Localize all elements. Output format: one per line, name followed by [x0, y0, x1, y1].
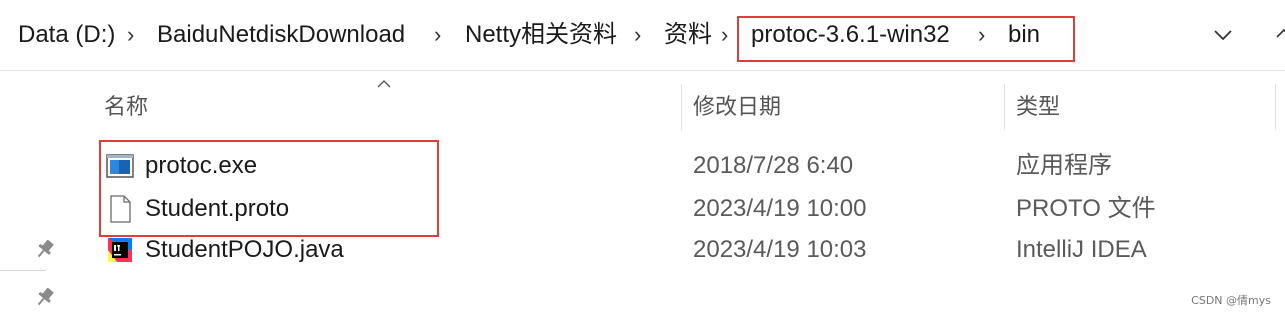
highlight-box-path — [737, 16, 1075, 62]
breadcrumb-ziliao[interactable]: 资料 — [664, 19, 712, 51]
file-modified: 2023/4/19 10:00 — [693, 195, 867, 222]
navigation-pane — [0, 71, 64, 316]
file-type: IntelliJ IDEA — [1016, 236, 1147, 263]
file-type: 应用程序 — [1016, 152, 1112, 179]
column-header-type[interactable]: 类型 — [1016, 92, 1060, 122]
column-divider[interactable] — [681, 84, 682, 130]
nav-divider — [0, 270, 46, 271]
file-name[interactable]: StudentPOJO.java — [145, 234, 344, 266]
address-bar[interactable]: Data (D:) › BaiduNetdiskDownload › Netty… — [0, 0, 1285, 71]
pin-icon[interactable] — [33, 237, 57, 261]
breadcrumb-drive[interactable]: Data (D:) — [18, 19, 115, 51]
file-type: PROTO 文件 — [1016, 195, 1156, 222]
pin-icon[interactable] — [33, 285, 57, 309]
breadcrumb-separator[interactable]: › — [127, 19, 134, 51]
highlight-box-files — [99, 140, 439, 237]
column-header-name[interactable]: 名称 — [104, 92, 148, 122]
file-modified: 2023/4/19 10:03 — [693, 236, 867, 263]
breadcrumb-netty[interactable]: Netty相关资料 — [465, 19, 617, 51]
column-header-modified[interactable]: 修改日期 — [693, 92, 781, 122]
watermark: CSDN @倩mys — [1191, 294, 1271, 307]
column-divider[interactable] — [1004, 84, 1005, 130]
intellij-idea-icon — [108, 238, 132, 262]
file-modified: 2018/7/28 6:40 — [693, 152, 854, 179]
breadcrumb-separator[interactable]: › — [634, 19, 641, 51]
column-divider[interactable] — [1275, 84, 1276, 130]
breadcrumb-separator[interactable]: › — [721, 19, 728, 51]
sort-up-icon[interactable] — [376, 78, 392, 88]
history-dropdown-icon[interactable] — [1271, 22, 1285, 48]
chevron-down-icon[interactable] — [1210, 22, 1236, 48]
breadcrumb-separator[interactable]: › — [434, 19, 441, 51]
breadcrumb-baidunetdiskdownload[interactable]: BaiduNetdiskDownload — [157, 19, 405, 51]
